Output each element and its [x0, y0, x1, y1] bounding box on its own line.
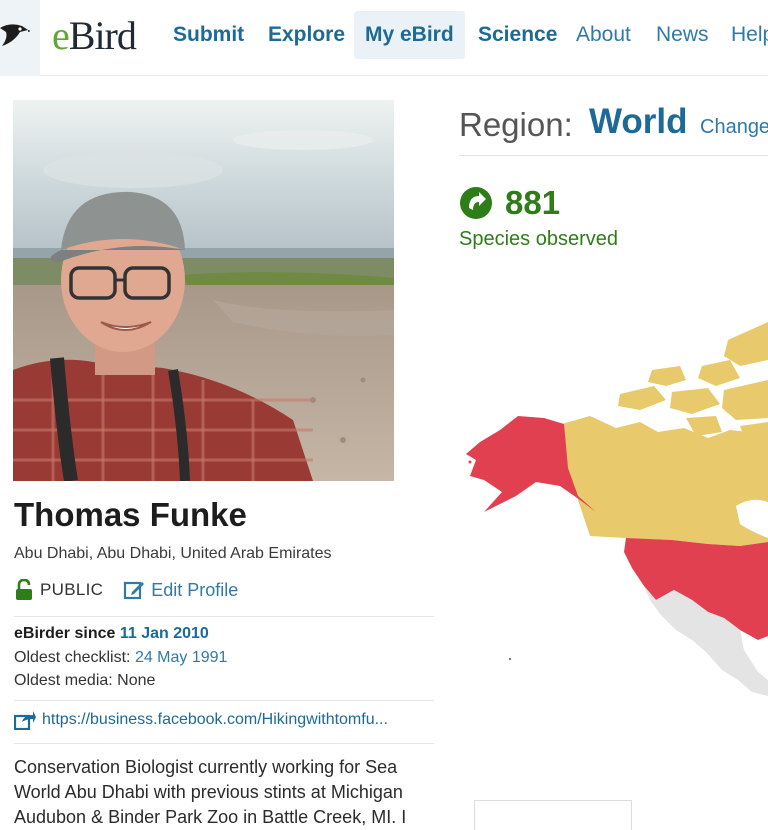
oldest-checklist-label: Oldest checklist: — [14, 649, 131, 666]
external-link-icon — [14, 711, 36, 730]
edit-profile-link[interactable]: Edit Profile — [151, 580, 238, 601]
website-row: https://business.facebook.com/Hikingwith… — [14, 710, 388, 730]
oldest-checklist: Oldest checklist: 24 May 1991 — [14, 649, 227, 667]
visibility-label: PUBLIC — [40, 580, 104, 599]
nav-submit[interactable]: Submit — [162, 11, 255, 59]
profile-status-row: PUBLIC Edit Profile — [14, 576, 238, 604]
oldest-media-label: Oldest media: — [14, 672, 113, 689]
region-label: Region: — [459, 106, 573, 143]
divider — [14, 616, 434, 617]
ebird-brand[interactable]: eBird — [52, 13, 137, 58]
profile-name: Thomas Funke — [14, 496, 247, 533]
since-value: 11 Jan 2010 — [119, 625, 209, 642]
nav-science[interactable]: Science — [467, 11, 568, 59]
profile-location: Abu Dhabi, Abu Dhabi, United Arab Emirat… — [14, 545, 332, 562]
logo-tile[interactable] — [0, 0, 40, 76]
divider — [14, 700, 434, 701]
species-world-map[interactable] — [440, 300, 768, 830]
divider — [14, 743, 434, 744]
divider — [459, 155, 768, 156]
nav-my-ebird[interactable]: My eBird — [354, 11, 465, 59]
species-count-row: 881 — [459, 184, 560, 222]
map-bering-island — [468, 460, 472, 464]
oldest-media-value: None — [117, 672, 156, 689]
oldest-checklist-link[interactable]: 24 May 1991 — [135, 649, 228, 666]
species-count-label: Species observed — [459, 228, 618, 250]
region-change-link[interactable]: Change — [700, 116, 768, 139]
nav-explore[interactable]: Explore — [257, 11, 356, 59]
map-canada[interactable] — [562, 416, 768, 546]
map-dot — [508, 657, 512, 661]
region-value: World — [589, 102, 688, 141]
species-count: 881 — [505, 184, 561, 221]
nav-news[interactable]: News — [645, 11, 720, 59]
species-count-icon — [460, 187, 492, 219]
oldest-media: Oldest media: None — [14, 672, 155, 690]
website-link[interactable]: https://business.facebook.com/Hikingwith… — [42, 711, 388, 729]
profile-photo — [13, 100, 394, 481]
nav-help[interactable]: Help — [720, 11, 768, 59]
profile-bio: Conservation Biologist currently working… — [14, 757, 407, 827]
edit-icon[interactable] — [123, 579, 145, 601]
brand-rest: Bird — [68, 13, 137, 58]
site-header: eBird Submit Explore My eBird Science Ab… — [0, 0, 768, 76]
brand-e: e — [52, 13, 70, 58]
nav-about[interactable]: About — [565, 11, 642, 59]
bird-logo-icon — [0, 24, 30, 46]
ebirder-since: eBirder since 11 Jan 2010 — [14, 625, 209, 643]
map-inset-panel — [474, 800, 632, 830]
since-label: eBirder since — [14, 625, 116, 642]
unlock-icon — [16, 579, 32, 600]
